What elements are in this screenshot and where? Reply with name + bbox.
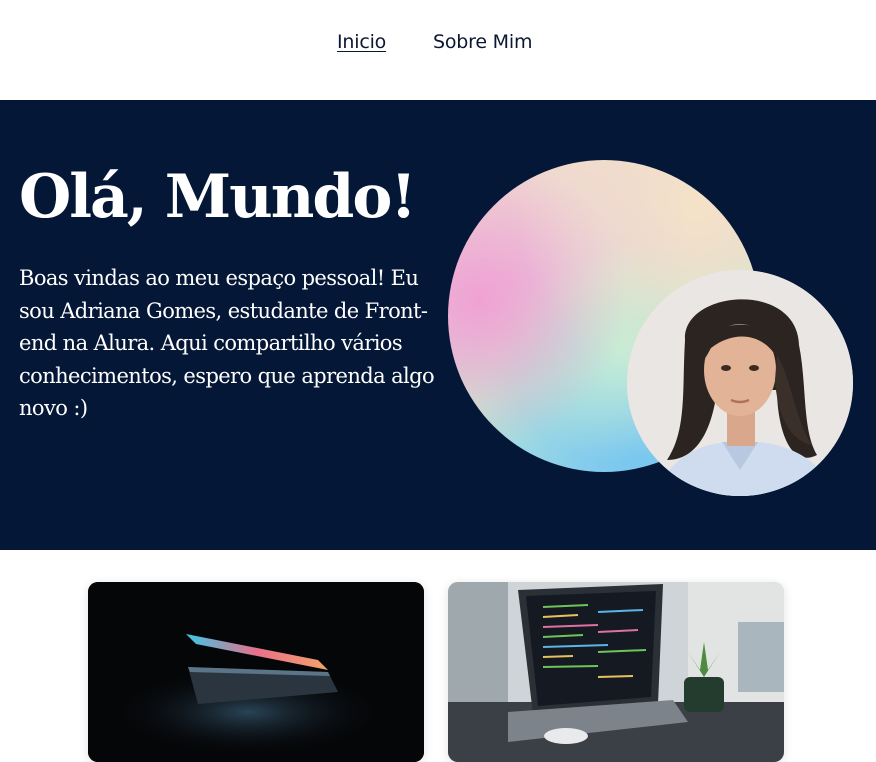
nav-link-inicio[interactable]: Inicio bbox=[337, 31, 386, 53]
hero-description: Boas vindas ao meu espaço pessoal! Eu so… bbox=[19, 266, 435, 420]
nav-link-sobre-mim[interactable]: Sobre Mim bbox=[433, 31, 532, 53]
article-card-code-laptop[interactable] bbox=[448, 582, 784, 762]
laptop-code-image bbox=[448, 582, 784, 762]
hero-section: Olá, Mundo! Boas vindas ao meu espaço pe… bbox=[0, 100, 876, 550]
top-navigation: Inicio Sobre Mim bbox=[0, 0, 876, 100]
hero-title: Olá, Mundo! bbox=[19, 162, 417, 232]
profile-photo bbox=[627, 270, 853, 496]
laptop-glow-image bbox=[88, 582, 424, 762]
article-card-laptop-dark[interactable] bbox=[88, 582, 424, 762]
cards-section bbox=[0, 550, 876, 762]
